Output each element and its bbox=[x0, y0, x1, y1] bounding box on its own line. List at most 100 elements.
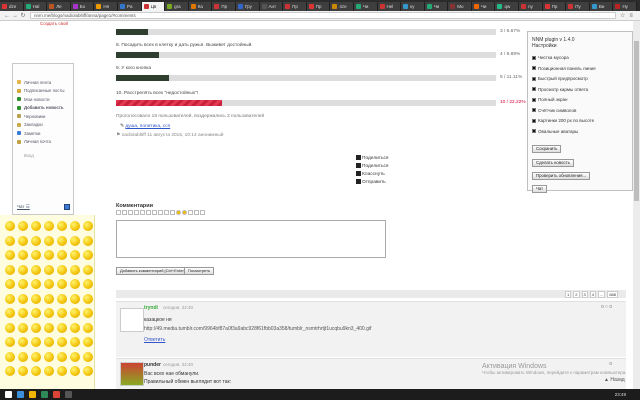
browser-tab[interactable]: Пр bbox=[306, 2, 331, 11]
chat-button[interactable]: Чат bbox=[532, 185, 548, 193]
smiley-icon[interactable] bbox=[44, 293, 54, 304]
smiley-icon[interactable] bbox=[31, 337, 41, 347]
smiley-icon[interactable] bbox=[31, 351, 41, 362]
browser-tab[interactable]: Бо bbox=[70, 2, 95, 11]
comment-author[interactable]: tryndi bbox=[144, 305, 158, 311]
smiley-icon[interactable] bbox=[83, 264, 93, 275]
browser-tab[interactable]: dze bbox=[0, 2, 24, 11]
format-button-icon[interactable] bbox=[188, 210, 193, 215]
settings-option[interactable]: Полный экран bbox=[532, 97, 568, 102]
smiley-icon[interactable] bbox=[5, 337, 15, 347]
format-button-icon[interactable] bbox=[164, 210, 169, 215]
smiley-icon[interactable] bbox=[44, 264, 54, 275]
smiley-icon[interactable] bbox=[18, 308, 28, 318]
page-number[interactable]: 688 bbox=[607, 291, 618, 298]
checkbox[interactable] bbox=[532, 129, 536, 133]
page-number[interactable]: 3 bbox=[581, 291, 588, 298]
format-button-icon[interactable] bbox=[182, 210, 187, 215]
smiley-icon[interactable] bbox=[5, 366, 15, 376]
submit-comment-button[interactable]: Добавить комментарий [Ctrl+Enter] bbox=[116, 267, 189, 275]
smiley-icon[interactable] bbox=[70, 221, 80, 231]
format-button-icon[interactable] bbox=[116, 210, 121, 215]
smiley-icon[interactable] bbox=[5, 293, 15, 304]
smiley-icon[interactable] bbox=[57, 337, 67, 347]
checkbox[interactable] bbox=[532, 118, 536, 123]
checkbox[interactable] bbox=[532, 55, 536, 60]
tags-links[interactable]: душа, политика, ссп bbox=[125, 124, 170, 129]
smiley-icon[interactable] bbox=[44, 221, 54, 231]
browser-tab[interactable]: gra bbox=[165, 2, 189, 11]
browser-tab[interactable]: Пр bbox=[542, 2, 567, 11]
browser-tab[interactable]: Пр bbox=[283, 2, 307, 11]
preview-button[interactable]: Посмотреть bbox=[184, 267, 215, 275]
browser-tab[interactable]: Pa bbox=[117, 2, 142, 11]
smiley-icon[interactable] bbox=[31, 279, 41, 289]
browser-tab[interactable]: Hal bbox=[23, 2, 48, 11]
smiley-icon[interactable] bbox=[57, 264, 67, 275]
browser-tab[interactable]: Ну bbox=[613, 2, 638, 11]
smiley-icon[interactable] bbox=[18, 337, 28, 347]
smiley-icon[interactable] bbox=[83, 279, 93, 289]
smiley-icon[interactable] bbox=[70, 366, 80, 376]
settings-option[interactable]: Счётчик символов bbox=[532, 108, 576, 113]
explorer-icon[interactable] bbox=[29, 391, 36, 398]
smiley-icon[interactable] bbox=[5, 264, 15, 275]
share-link[interactable]: Поделиться bbox=[356, 163, 389, 171]
chat-link[interactable]: Чат ☰ bbox=[17, 204, 30, 210]
browser-tab[interactable]: Чи bbox=[424, 2, 449, 11]
share-link[interactable]: Отправить bbox=[356, 179, 389, 187]
smiley-icon[interactable] bbox=[5, 308, 15, 318]
sidebar-item[interactable]: Вход bbox=[13, 151, 73, 160]
page-number[interactable]: 1 bbox=[565, 291, 572, 298]
browser-tab[interactable]: Чи bbox=[471, 2, 496, 11]
scrollbar-thumb[interactable] bbox=[634, 41, 639, 201]
refresh-icon[interactable] bbox=[64, 204, 70, 210]
settings-option[interactable]: Овальные аватары bbox=[532, 129, 578, 134]
smiley-icon[interactable] bbox=[57, 235, 67, 246]
smiley-icon[interactable] bbox=[31, 366, 41, 376]
sidebar-item[interactable]: Черновики bbox=[13, 112, 73, 121]
smiley-icon[interactable] bbox=[70, 293, 80, 304]
chrome-icon[interactable] bbox=[53, 391, 60, 398]
settings-option[interactable]: Быстрый предпросмотр bbox=[532, 76, 588, 81]
smiley-icon[interactable] bbox=[83, 366, 93, 376]
smiley-icon[interactable] bbox=[70, 308, 80, 318]
back-arrow-icon[interactable]: ← bbox=[3, 13, 11, 19]
format-button-icon[interactable] bbox=[146, 210, 151, 215]
checkbox[interactable] bbox=[532, 76, 536, 81]
browser-tab[interactable]: Ант bbox=[259, 2, 284, 11]
smiley-icon[interactable] bbox=[57, 366, 67, 376]
smiley-icon[interactable] bbox=[18, 279, 28, 289]
smiley-icon[interactable] bbox=[83, 250, 93, 260]
smiley-icon[interactable] bbox=[83, 337, 93, 347]
sidebar-item[interactable]: Личная лента bbox=[13, 78, 73, 87]
browser-tab[interactable]: Ви bbox=[589, 2, 614, 11]
store-icon[interactable] bbox=[41, 391, 48, 398]
browser-tab[interactable]: 4ze bbox=[330, 2, 354, 11]
checkbox[interactable] bbox=[532, 66, 536, 70]
browser-tab[interactable]: qw bbox=[495, 2, 520, 11]
smiley-icon[interactable] bbox=[70, 264, 80, 275]
smiley-icon[interactable] bbox=[18, 366, 28, 376]
smiley-icon[interactable] bbox=[83, 221, 93, 231]
comment-textarea[interactable] bbox=[116, 220, 386, 258]
smiley-icon[interactable] bbox=[5, 351, 15, 362]
smiley-icon[interactable] bbox=[44, 366, 54, 376]
search-icon[interactable] bbox=[17, 391, 24, 398]
format-button-icon[interactable] bbox=[134, 210, 139, 215]
smiley-icon[interactable] bbox=[83, 351, 93, 362]
browser-tab[interactable]: ку bbox=[401, 2, 425, 11]
smiley-icon[interactable] bbox=[5, 250, 15, 260]
top-cutoff-link[interactable]: Создать свой bbox=[40, 21, 68, 26]
smiley-icon[interactable] bbox=[5, 322, 15, 333]
browser-tab[interactable]: Ня bbox=[94, 2, 118, 11]
smiley-icon[interactable] bbox=[70, 235, 80, 246]
format-button-icon[interactable] bbox=[194, 210, 199, 215]
comment-author[interactable]: punder bbox=[144, 362, 161, 368]
smiley-icon[interactable] bbox=[57, 293, 67, 304]
reload-icon[interactable]: ↻ bbox=[19, 12, 27, 19]
sidebar-item[interactable]: Подписанные посты bbox=[13, 87, 73, 96]
smiley-icon[interactable] bbox=[31, 221, 41, 231]
save-settings-button[interactable]: Сохранить bbox=[532, 145, 562, 153]
comment-votes[interactable]: 0 ○ 0 bbox=[601, 305, 612, 310]
